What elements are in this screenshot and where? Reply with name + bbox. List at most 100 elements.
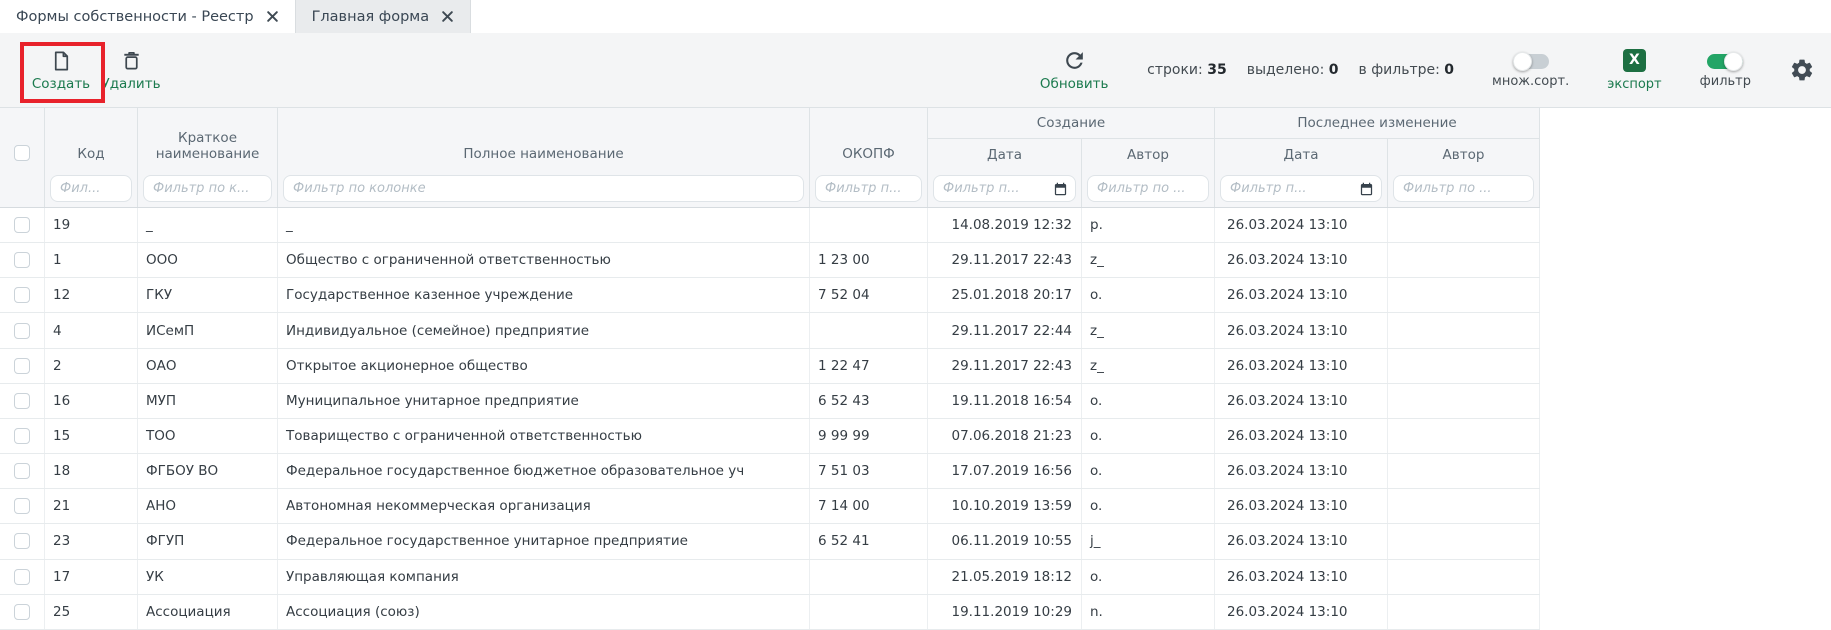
cell-created-author: z_ <box>1082 243 1215 277</box>
cell-okopf: 6 52 43 <box>810 384 928 418</box>
table-row[interactable]: 4 ИСемП Индивидуальное (семейное) предпр… <box>0 313 1540 348</box>
export-button[interactable]: X экспорт <box>1607 49 1661 92</box>
cell-full-name: Открытое акционерное общество <box>278 349 810 383</box>
filter-input-created-author[interactable] <box>1087 175 1209 202</box>
row-checkbox[interactable] <box>14 604 30 620</box>
filter-toggle[interactable] <box>1707 54 1743 69</box>
cell-modified-date: 26.03.2024 13:10 <box>1215 243 1388 277</box>
table-row[interactable]: 21 АНО Автономная некоммерческая организ… <box>0 489 1540 524</box>
cell-modified-author <box>1388 278 1540 312</box>
counters: строки: 35 выделено: 0 в фильтре: 0 <box>1147 62 1454 78</box>
cell-modified-date: 26.03.2024 13:10 <box>1215 384 1388 418</box>
cell-full-name: Федеральное государственное унитарное пр… <box>278 524 810 558</box>
create-button[interactable]: Создать <box>26 49 96 92</box>
table-row[interactable]: 19 _ _ 14.08.2019 12:32 p. 26.03.2024 13… <box>0 208 1540 243</box>
delete-button[interactable]: Удалить <box>96 49 166 92</box>
row-checkbox[interactable] <box>14 428 30 444</box>
refresh-label: Обновить <box>1040 76 1109 92</box>
cell-modified-author <box>1388 595 1540 629</box>
cell-created-date: 21.05.2019 18:12 <box>928 560 1082 594</box>
column-header-created-author[interactable]: Автор <box>1082 139 1215 170</box>
row-checkbox-cell <box>0 243 45 277</box>
row-checkbox[interactable] <box>14 498 30 514</box>
tab-forms-registry[interactable]: Формы собственности - Реестр <box>0 0 296 33</box>
filter-control: фильтр <box>1700 51 1751 89</box>
cell-modified-author <box>1388 419 1540 453</box>
cell-short-name: УК <box>138 560 278 594</box>
cell-created-date: 25.01.2018 20:17 <box>928 278 1082 312</box>
filter-input-okopf[interactable] <box>815 175 922 202</box>
cell-code: 25 <box>45 595 138 629</box>
filter-input-modified-date[interactable] <box>1220 175 1382 202</box>
cell-modified-author <box>1388 489 1540 523</box>
cell-full-name: Общество с ограниченной ответственностью <box>278 243 810 277</box>
tab-close-icon[interactable] <box>441 10 454 23</box>
cell-short-name: ГКУ <box>138 278 278 312</box>
cell-code: 16 <box>45 384 138 418</box>
column-header-created-date[interactable]: Дата <box>928 139 1082 170</box>
refresh-button[interactable]: Обновить <box>1039 48 1109 92</box>
toolbar-right-group: Обновить строки: 35 выделено: 0 в фильтр… <box>1039 48 1815 92</box>
row-checkbox[interactable] <box>14 287 30 303</box>
row-checkbox[interactable] <box>14 393 30 409</box>
cell-okopf <box>810 208 928 242</box>
column-header-full-name[interactable]: Полное наименование <box>278 108 810 170</box>
cell-modified-author <box>1388 560 1540 594</box>
filter-cell-created-date <box>928 170 1082 207</box>
table-row[interactable]: 15 ТОО Товарищество с ограниченной ответ… <box>0 419 1540 454</box>
toolbar: Создать Удалить Обновить строки: 35 выде… <box>0 33 1831 108</box>
filter-input-code[interactable] <box>50 175 132 202</box>
tab-label: Главная форма <box>312 9 430 25</box>
cell-full-name: Автономная некоммерческая организация <box>278 489 810 523</box>
cell-okopf <box>810 313 928 347</box>
toggle-knob <box>1513 52 1532 71</box>
cell-created-author: o. <box>1082 560 1215 594</box>
filter-input-short-name[interactable] <box>143 175 272 202</box>
cell-modified-author <box>1388 208 1540 242</box>
cell-full-name: Муниципальное унитарное предприятие <box>278 384 810 418</box>
filter-cell-code <box>45 170 138 207</box>
tab-main-form[interactable]: Главная форма <box>296 0 472 33</box>
row-checkbox[interactable] <box>14 252 30 268</box>
row-checkbox[interactable] <box>14 217 30 233</box>
cell-short-name: МУП <box>138 384 278 418</box>
multisort-toggle[interactable] <box>1513 54 1549 69</box>
row-checkbox[interactable] <box>14 569 30 585</box>
table-row[interactable]: 12 ГКУ Государственное казенное учрежден… <box>0 278 1540 313</box>
filter-input-modified-author[interactable] <box>1393 175 1534 202</box>
filter-input-full-name[interactable] <box>283 175 804 202</box>
table-row[interactable]: 18 ФГБОУ ВО Федеральное государственное … <box>0 454 1540 489</box>
table-row[interactable]: 23 ФГУП Федеральное государственное унит… <box>0 524 1540 559</box>
column-header-short-name[interactable]: Краткое наименование <box>138 108 278 170</box>
cell-modified-author <box>1388 384 1540 418</box>
table-row[interactable]: 16 МУП Муниципальное унитарное предприят… <box>0 384 1540 419</box>
cell-short-name: ТОО <box>138 419 278 453</box>
filter-input-created-date[interactable] <box>933 175 1076 202</box>
filtered-count: в фильтре: 0 <box>1359 62 1455 78</box>
table-row[interactable]: 1 ООО Общество с ограниченной ответствен… <box>0 243 1540 278</box>
group-header-creation: Создание <box>928 108 1215 139</box>
settings-gear-icon[interactable] <box>1789 57 1815 83</box>
row-checkbox[interactable] <box>14 533 30 549</box>
selected-count: выделено: 0 <box>1247 62 1339 78</box>
row-checkbox[interactable] <box>14 463 30 479</box>
cell-short-name: ООО <box>138 243 278 277</box>
table-row[interactable]: 2 ОАО Открытое акционерное общество 1 22… <box>0 349 1540 384</box>
tab-close-icon[interactable] <box>266 10 279 23</box>
table-row[interactable]: 25 Ассоциация Ассоциация (союз) 19.11.20… <box>0 595 1540 630</box>
column-header-modified-author[interactable]: Автор <box>1388 139 1540 170</box>
row-checkbox-cell <box>0 349 45 383</box>
cell-full-name: _ <box>278 208 810 242</box>
table-row[interactable]: 17 УК Управляющая компания 21.05.2019 18… <box>0 560 1540 595</box>
column-header-okopf[interactable]: ОКОПФ <box>810 108 928 170</box>
cell-okopf <box>810 560 928 594</box>
filter-cell-modified-date <box>1215 170 1388 207</box>
cell-modified-date: 26.03.2024 13:10 <box>1215 454 1388 488</box>
row-checkbox[interactable] <box>14 323 30 339</box>
row-checkbox[interactable] <box>14 358 30 374</box>
cell-okopf: 7 51 03 <box>810 454 928 488</box>
column-header-modified-date[interactable]: Дата <box>1215 139 1388 170</box>
column-header-code[interactable]: Код <box>45 108 138 170</box>
excel-icon: X <box>1623 49 1646 72</box>
select-all-checkbox[interactable] <box>14 145 30 161</box>
